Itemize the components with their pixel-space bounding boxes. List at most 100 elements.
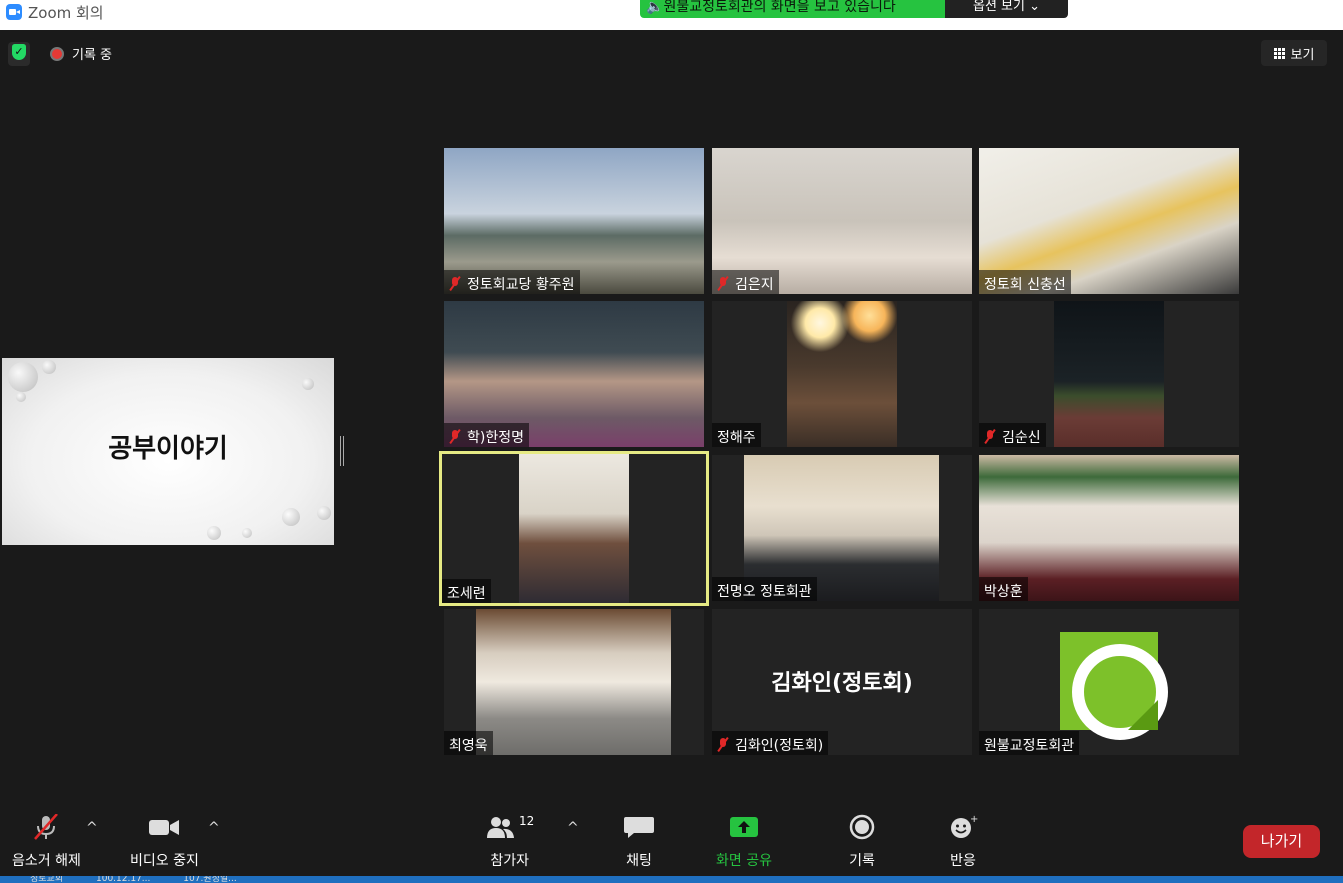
participant-name: 최영욱 bbox=[449, 737, 488, 754]
chat-icon bbox=[624, 817, 654, 838]
mic-muted-icon bbox=[717, 737, 729, 752]
participant-name: 학)한정명 bbox=[467, 429, 524, 446]
participants-chevron-up-icon[interactable]: ^ bbox=[567, 820, 579, 836]
mic-muted-icon bbox=[449, 429, 461, 444]
mic-muted-icon bbox=[717, 276, 729, 291]
participant-name-card: 김화인(정토회) bbox=[771, 671, 913, 696]
zoom-logo-icon bbox=[6, 4, 22, 20]
participant-tile[interactable]: 정해주 bbox=[712, 301, 972, 447]
participant-name-label: 학)한정명 bbox=[444, 423, 529, 447]
slide-title: 공부이야기 bbox=[108, 434, 228, 464]
chat-label: 채팅 bbox=[626, 853, 652, 869]
taskbar-item[interactable]: 정토교회 bbox=[30, 876, 63, 883]
speaker-icon: 🔈 bbox=[646, 0, 664, 15]
stop-video-button[interactable]: 비디오 중지 bbox=[130, 814, 199, 870]
participants-label: 참가자 bbox=[490, 853, 529, 869]
view-options-button[interactable]: 옵션 보기 ⌄ bbox=[945, 0, 1068, 18]
panel-splitter-handle[interactable] bbox=[340, 436, 344, 466]
mic-muted-icon bbox=[34, 814, 59, 840]
participant-name-label: 원불교정토회관 bbox=[979, 731, 1080, 755]
record-button[interactable]: 기록 bbox=[845, 814, 879, 870]
profile-picture-logo bbox=[1060, 632, 1168, 740]
participant-name: 정토회 신충선 bbox=[984, 276, 1066, 293]
participant-name-label: 김화인(정토회) bbox=[712, 731, 829, 755]
water-drop-decoration bbox=[242, 528, 252, 538]
participant-name-label: 김은지 bbox=[712, 270, 779, 294]
participant-video bbox=[519, 454, 629, 603]
stop-video-label: 비디오 중지 bbox=[130, 853, 199, 869]
participant-tile[interactable]: 학)한정명 bbox=[444, 301, 704, 447]
unmute-label: 음소거 해제 bbox=[12, 853, 81, 869]
participant-video bbox=[1054, 301, 1164, 447]
water-drop-decoration bbox=[8, 362, 38, 392]
participant-name-label: 전명오 정토회관 bbox=[712, 577, 817, 601]
reactions-label: 반응 bbox=[950, 853, 976, 869]
mic-muted-icon bbox=[449, 276, 461, 291]
participant-count: 12 bbox=[519, 814, 535, 828]
record-icon bbox=[849, 814, 875, 840]
participant-name-label: 정토회 신충선 bbox=[979, 270, 1071, 294]
chat-button[interactable]: 채팅 bbox=[622, 814, 656, 870]
share-screen-label: 화면 공유 bbox=[716, 853, 772, 869]
video-camera-icon bbox=[149, 820, 180, 835]
participant-tile-video-off[interactable]: 김화인(정토회) 김화인(정토회) bbox=[712, 609, 972, 755]
share-screen-icon bbox=[729, 817, 758, 837]
participant-name: 전명오 정토회관 bbox=[717, 583, 812, 600]
participant-tile[interactable]: 최영욱 bbox=[444, 609, 704, 755]
participant-tile[interactable]: 김순신 bbox=[979, 301, 1239, 447]
taskbar-item[interactable]: 107.원정일... bbox=[183, 876, 236, 883]
screen-share-banner-text: 원불교정토회관의 화면을 보고 있습니다 bbox=[663, 0, 896, 15]
participant-name-label: 정토회교당 황주원 bbox=[444, 270, 580, 294]
participants-icon-group: 12 bbox=[485, 814, 534, 840]
meeting-controls-toolbar: 음소거 해제 ^ 비디오 중지 ^ 12 참가자 ^ 채팅 화면 공유 기록 +… bbox=[0, 806, 1343, 876]
mic-muted-icon bbox=[984, 429, 996, 444]
view-label: 보기 bbox=[1290, 47, 1315, 63]
participant-name: 김화인(정토회) bbox=[735, 737, 824, 754]
reactions-button[interactable]: + 반응 bbox=[946, 814, 980, 870]
video-options-chevron-up-icon[interactable]: ^ bbox=[208, 820, 220, 836]
water-drop-decoration bbox=[207, 526, 221, 540]
recording-indicator[interactable]: 기록 중 bbox=[50, 44, 112, 63]
water-drop-decoration bbox=[16, 392, 26, 402]
participant-name: 정토회교당 황주원 bbox=[467, 276, 575, 293]
leave-meeting-button[interactable]: 나가기 bbox=[1243, 825, 1320, 858]
window-titlebar: Zoom 회의 🔈원불교정토회관의 화면을 보고 있습니다 옵션 보기 ⌄ bbox=[0, 0, 1343, 30]
participant-tile[interactable]: 정토회 신충선 bbox=[979, 148, 1239, 294]
participant-tile[interactable]: 정토회교당 황주원 bbox=[444, 148, 704, 294]
participant-name: 정해주 bbox=[717, 429, 756, 446]
svg-text:+: + bbox=[970, 814, 978, 825]
participant-name: 김순신 bbox=[1002, 429, 1041, 446]
participant-tile-active-speaker[interactable]: 조세련 bbox=[439, 451, 709, 606]
security-shield-icon[interactable] bbox=[8, 42, 30, 66]
shared-screen-view[interactable]: 공부이야기 bbox=[2, 358, 334, 545]
water-drop-decoration bbox=[42, 360, 56, 374]
participant-name-label: 박상훈 bbox=[979, 577, 1028, 601]
participant-name-label: 최영욱 bbox=[444, 731, 493, 755]
record-icon bbox=[50, 46, 64, 61]
participant-name: 박상훈 bbox=[984, 583, 1023, 600]
participant-tile[interactable]: 박상훈 bbox=[979, 455, 1239, 601]
recording-label: 기록 중 bbox=[72, 48, 113, 63]
window-title: Zoom 회의 bbox=[28, 4, 104, 22]
participant-video bbox=[787, 301, 897, 447]
participant-tile[interactable]: 전명오 정토회관 bbox=[712, 455, 972, 601]
participant-name-label: 조세련 bbox=[442, 579, 491, 603]
participant-name-label: 김순신 bbox=[979, 423, 1046, 447]
participant-tile-video-off[interactable]: 원불교정토회관 bbox=[979, 609, 1239, 755]
screen-share-banner: 🔈원불교정토회관의 화면을 보고 있습니다 bbox=[640, 0, 945, 18]
water-drop-decoration bbox=[302, 378, 314, 390]
reaction-smiley-icon: + bbox=[951, 814, 978, 838]
participant-video bbox=[476, 609, 671, 755]
share-screen-button[interactable]: 화면 공유 bbox=[716, 814, 772, 870]
participants-button[interactable]: 12 참가자 bbox=[485, 814, 534, 870]
participant-tile[interactable]: 김은지 bbox=[712, 148, 972, 294]
audio-options-chevron-up-icon[interactable]: ^ bbox=[86, 820, 98, 836]
participant-name: 김은지 bbox=[735, 276, 774, 293]
participant-name: 조세련 bbox=[447, 585, 486, 602]
participant-name: 원불교정토회관 bbox=[984, 737, 1075, 754]
water-drop-decoration bbox=[317, 506, 331, 520]
unmute-button[interactable]: 음소거 해제 bbox=[12, 814, 81, 870]
taskbar-item[interactable]: 100.12.17... bbox=[96, 876, 150, 883]
view-button[interactable]: 보기 bbox=[1261, 40, 1327, 66]
participants-icon bbox=[487, 817, 514, 838]
